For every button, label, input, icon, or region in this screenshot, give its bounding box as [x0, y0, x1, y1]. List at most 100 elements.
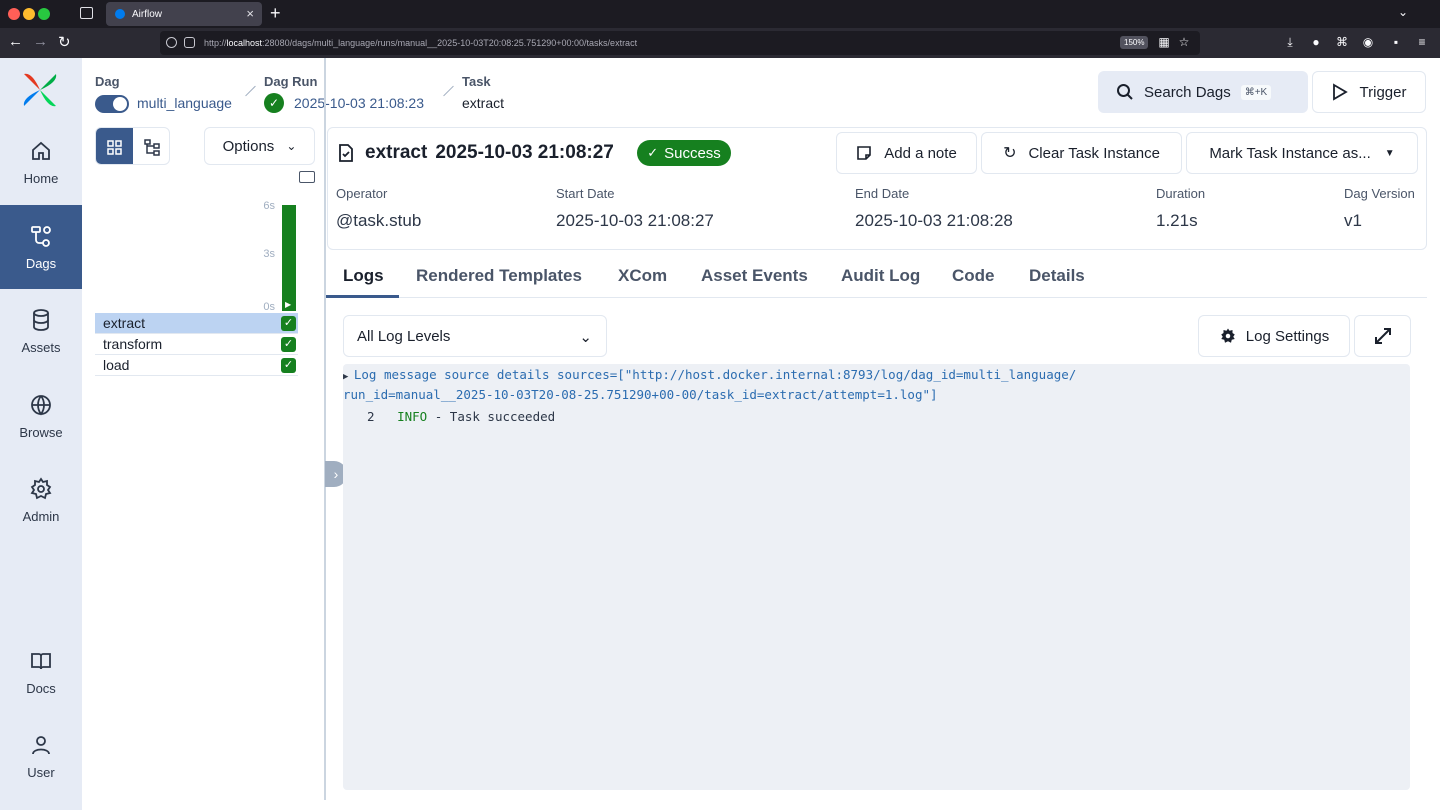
duration-tick: 6s — [263, 200, 275, 212]
tab-list-chevron-icon[interactable]: ⌄ — [1398, 5, 1408, 19]
log-settings-label: Log Settings — [1245, 327, 1330, 345]
add-note-button[interactable]: Add a note — [836, 132, 977, 174]
mark-task-instance-button[interactable]: Mark Task Instance as... ▼ — [1186, 132, 1418, 174]
trigger-button[interactable]: Trigger — [1312, 71, 1426, 113]
nav-assets[interactable]: Assets — [0, 289, 82, 373]
tab-logs[interactable]: Logs — [343, 266, 384, 286]
password-icon[interactable]: ◉ — [1362, 36, 1374, 48]
check-icon: ✓ — [647, 145, 659, 160]
close-window-button[interactable] — [8, 8, 20, 20]
tab-code[interactable]: Code — [952, 266, 995, 286]
task-timestamp: 2025-10-03 21:08:27 — [435, 142, 614, 163]
search-icon — [1117, 84, 1133, 100]
log-source-details[interactable]: ▶ Log message source details sources=["h… — [343, 366, 1403, 403]
gear-icon — [1221, 328, 1235, 343]
log-source-line-2: run_id=manual__2025-10-03T20-08-25.75129… — [343, 387, 938, 402]
zoom-level[interactable]: 150% — [1120, 36, 1149, 49]
page-icon — [184, 37, 195, 48]
book-icon — [31, 652, 51, 669]
url-bar[interactable]: http://localhost:28080/dags/multi_langua… — [160, 31, 1200, 55]
extensions-grid-icon[interactable]: ▦ — [1158, 36, 1170, 48]
log-level-select[interactable]: All Log Levels ⌄ — [343, 315, 607, 357]
dag-pause-toggle[interactable] — [95, 95, 129, 113]
search-shortcut: ⌘+K — [1240, 84, 1272, 100]
new-tab-button[interactable]: + — [270, 3, 281, 24]
shield-icon[interactable] — [166, 37, 177, 48]
nav-docs[interactable]: Docs — [0, 630, 82, 714]
account-icon[interactable]: ● — [1310, 36, 1322, 48]
duration-tick: 3s — [263, 248, 275, 260]
panel-splitter[interactable] — [324, 58, 326, 800]
nav-admin-label: Admin — [22, 508, 60, 524]
forward-button[interactable]: → — [33, 33, 48, 50]
tab-details[interactable]: Details — [1029, 266, 1085, 286]
log-viewer[interactable]: ▶ Log message source details sources=["h… — [343, 364, 1410, 790]
apps-icon[interactable]: ▪ — [1390, 36, 1402, 48]
dags-icon — [31, 225, 51, 247]
tab-asset-events[interactable]: Asset Events — [701, 266, 808, 286]
nav-browse[interactable]: Browse — [0, 374, 82, 458]
url-prefix: http:// — [204, 38, 227, 48]
log-level: INFO — [397, 409, 428, 424]
log-line-number: 2 — [367, 409, 375, 424]
airflow-logo-icon[interactable] — [20, 70, 60, 110]
log-settings-button[interactable]: Log Settings — [1198, 315, 1350, 357]
mark-task-label: Mark Task Instance as... — [1209, 144, 1371, 162]
task-row-load[interactable]: load — [95, 355, 298, 376]
graph-view-button[interactable] — [134, 128, 169, 164]
task-row-transform[interactable]: transform — [95, 334, 298, 355]
caret-down-icon: ▼ — [1384, 147, 1395, 159]
reload-button[interactable]: ↻ — [58, 33, 71, 51]
browser-tab-title: Airflow — [132, 8, 163, 20]
breadcrumb-dag-link[interactable]: multi_language — [137, 95, 232, 111]
nav-dags-label: Dags — [25, 255, 57, 271]
grid-view-button[interactable] — [96, 128, 133, 164]
task-status-success-icon[interactable]: ✓ — [281, 337, 296, 352]
meta-value-dag-version: v1 — [1344, 211, 1362, 230]
clear-task-instance-button[interactable]: ↻ Clear Task Instance — [981, 132, 1182, 174]
nav-assets-label: Assets — [21, 339, 61, 355]
options-button[interactable]: Options ⌄ — [204, 127, 315, 165]
close-tab-icon[interactable]: × — [246, 6, 254, 21]
bookmark-star-icon[interactable]: ☆ — [1178, 36, 1190, 48]
breadcrumb-run-link[interactable]: 2025-10-03 21:08:23 — [294, 95, 424, 111]
gear-icon — [30, 476, 52, 499]
chevron-down-icon: ⌄ — [286, 139, 297, 153]
task-file-icon — [339, 144, 353, 162]
menu-icon[interactable]: ≡ — [1416, 36, 1428, 48]
back-button[interactable]: ← — [8, 33, 23, 50]
tab-xcom[interactable]: XCom — [618, 266, 667, 286]
play-icon — [1332, 83, 1348, 101]
task-status-success-icon[interactable]: ✓ — [281, 358, 296, 373]
search-dags-button[interactable]: Search Dags ⌘+K — [1098, 71, 1308, 113]
fullscreen-button[interactable] — [1354, 315, 1411, 357]
breadcrumb-run-label: Dag Run — [264, 74, 318, 89]
nav-dags[interactable]: Dags — [0, 205, 82, 289]
refresh-icon: ↻ — [1003, 145, 1017, 162]
task-status-success-icon[interactable]: ✓ — [281, 316, 296, 331]
assets-icon — [33, 308, 49, 331]
run-play-icon: ▶ — [285, 300, 292, 309]
browser-nav-bar: ← → ↻ http://localhost:28080/dags/multi_… — [0, 28, 1440, 58]
minimize-window-button[interactable] — [23, 8, 35, 20]
nav-user[interactable]: User — [0, 714, 82, 798]
run-duration-bar[interactable]: ▶ — [282, 205, 296, 311]
puzzle-icon[interactable]: ⌘ — [1336, 36, 1348, 48]
nav-docs-label: Docs — [26, 680, 56, 696]
task-row-extract[interactable]: extract — [95, 313, 298, 334]
maximize-window-button[interactable] — [38, 8, 50, 20]
nav-home[interactable]: Home — [0, 120, 82, 204]
meta-label-operator: Operator — [336, 186, 388, 201]
tab-rendered-templates[interactable]: Rendered Templates — [416, 266, 582, 286]
tab-overview-icon[interactable] — [80, 7, 93, 19]
keyboard-icon[interactable] — [299, 171, 315, 183]
meta-label-end-date: End Date — [855, 186, 910, 201]
downloads-icon[interactable]: ⤓ — [1284, 36, 1296, 48]
nav-browse-label: Browse — [19, 424, 63, 440]
expand-caret-icon[interactable]: ▶ — [343, 372, 354, 382]
tab-audit-log[interactable]: Audit Log — [841, 266, 920, 286]
meta-value-start-date: 2025-10-03 21:08:27 — [556, 211, 714, 230]
meta-value-duration: 1.21s — [1156, 211, 1198, 230]
nav-admin[interactable]: Admin — [0, 458, 82, 542]
browser-tab[interactable]: Airflow × — [106, 2, 262, 26]
